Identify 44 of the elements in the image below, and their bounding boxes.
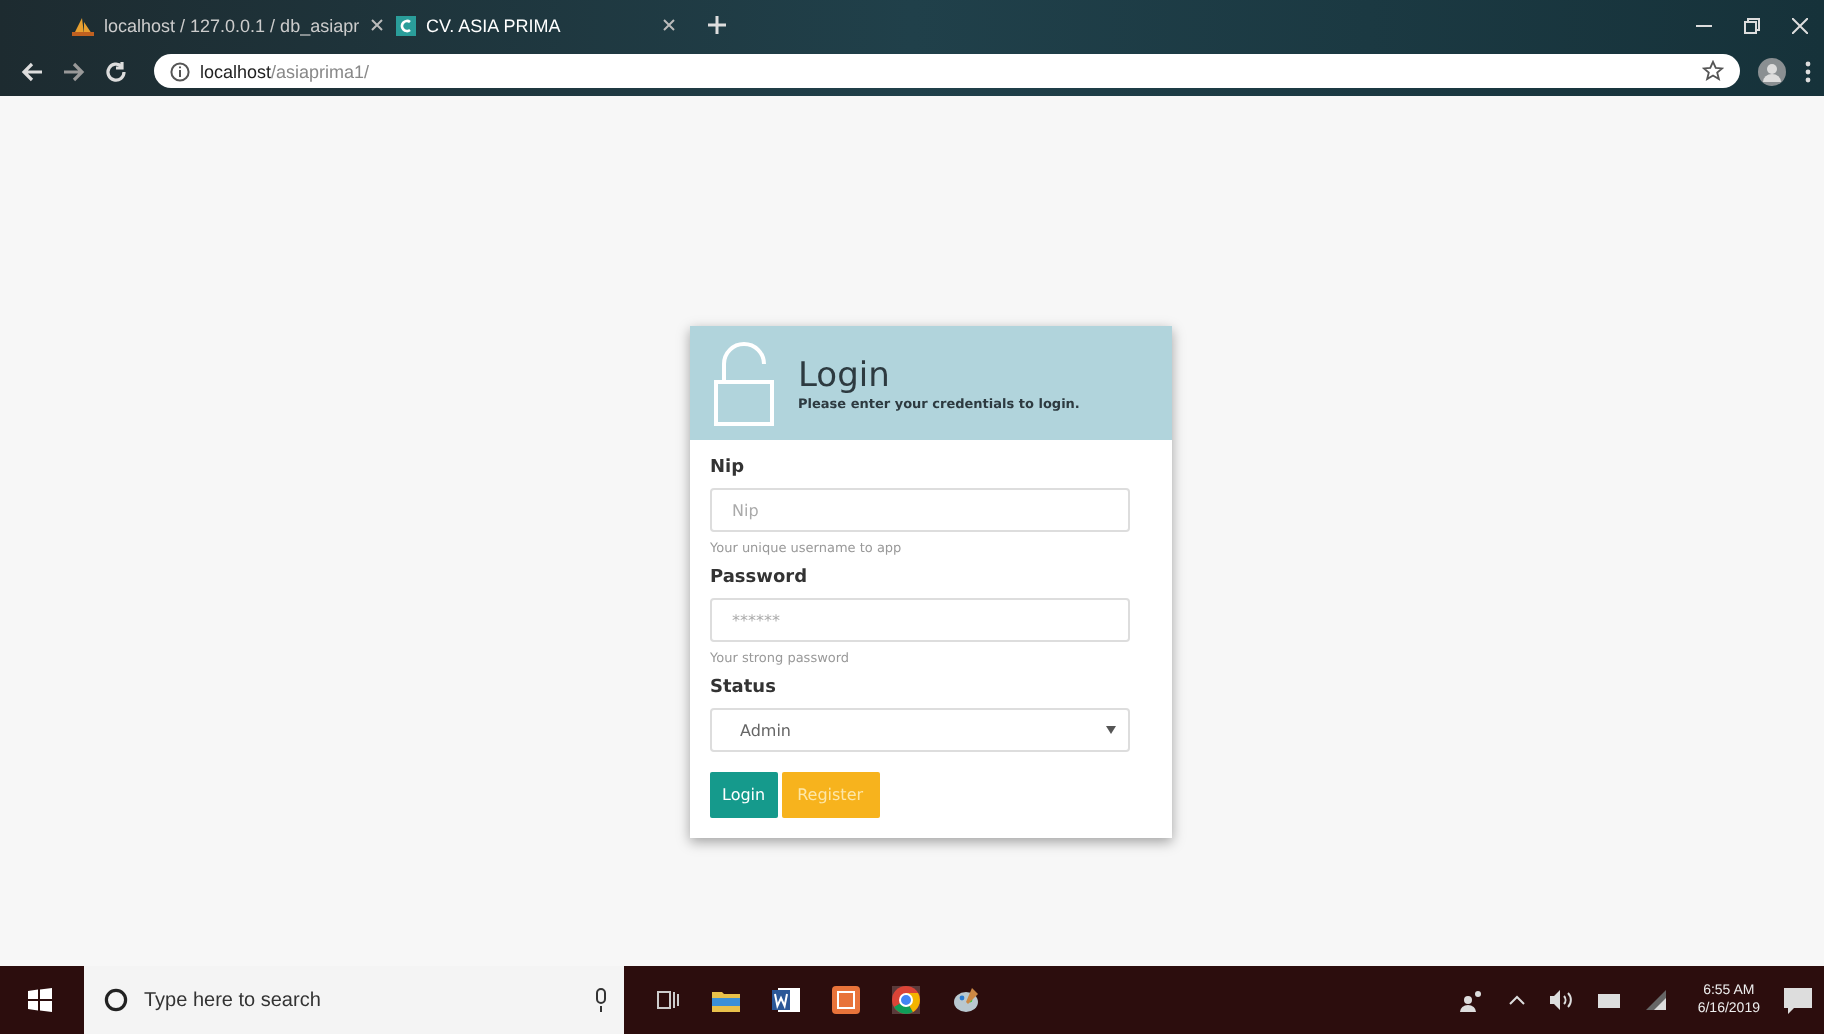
microphone-icon[interactable] (594, 988, 608, 1012)
back-icon[interactable] (20, 59, 44, 84)
speaker-icon[interactable] (1549, 990, 1574, 1010)
input-field[interactable]: ****** (710, 598, 1130, 642)
word-icon[interactable] (772, 986, 800, 1014)
field-label: Nip (710, 458, 747, 478)
close-icon[interactable] (1792, 17, 1808, 34)
menu-icon[interactable] (1804, 59, 1812, 84)
star-icon[interactable] (1702, 60, 1724, 83)
url-text: localhost/asiaprima1/ (200, 61, 370, 82)
folder-icon[interactable] (712, 988, 740, 1012)
info-icon (170, 61, 190, 82)
reload-icon[interactable] (104, 59, 128, 84)
notification-icon[interactable] (1784, 987, 1812, 1013)
profile-avatar-icon[interactable] (1758, 57, 1786, 86)
taskbar-search-field[interactable]: Type here to search (84, 966, 624, 1034)
restore-icon[interactable] (1744, 17, 1760, 34)
sailboat-icon (72, 15, 94, 36)
close-icon[interactable] (662, 18, 676, 33)
wifi-icon[interactable] (1645, 990, 1666, 1010)
browser-tab[interactable]: CV. ASIA PRIMA (384, 5, 688, 46)
paint-palette-icon[interactable] (952, 986, 980, 1014)
people-icon[interactable] (1459, 988, 1484, 1012)
field-label: Password (710, 568, 810, 588)
task-view-icon[interactable] (656, 988, 680, 1012)
caret-icon (1106, 726, 1116, 734)
close-icon[interactable] (369, 18, 384, 33)
site-logo-icon (396, 15, 416, 36)
chrome-icon[interactable] (892, 986, 920, 1014)
battery-icon[interactable] (1597, 993, 1622, 1007)
chevron-up-icon[interactable] (1507, 994, 1526, 1006)
address-bar[interactable]: localhost/asiaprima1/ (154, 54, 1740, 89)
login-title: Login (798, 355, 892, 395)
input-field[interactable]: Nip (710, 488, 1130, 532)
cortana-circle-icon (104, 988, 128, 1012)
minimize-icon[interactable] (1696, 23, 1712, 28)
new-tab-icon[interactable] (708, 16, 726, 35)
status-dropdown[interactable]: Admin (710, 708, 1130, 752)
browser-tab[interactable]: localhost / 127.0.0.1 / db_asiapr (60, 5, 364, 46)
field-label: Status (710, 678, 778, 698)
padlock-icon (714, 341, 774, 425)
forward-icon[interactable] (62, 59, 86, 84)
windows-start-icon[interactable] (28, 988, 52, 1012)
app-square-icon[interactable] (832, 986, 860, 1014)
